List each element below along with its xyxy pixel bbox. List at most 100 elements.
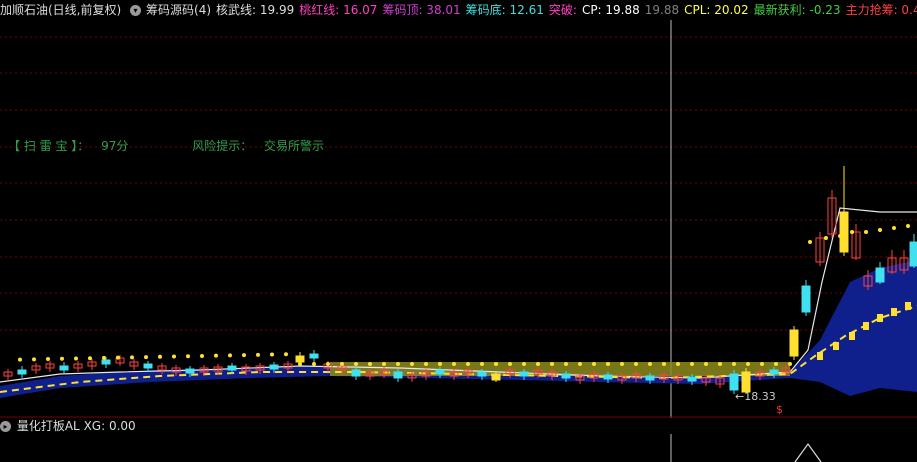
candle <box>87 359 97 370</box>
scan-label: 【 扫 雷 宝 】： <box>8 139 90 153</box>
signal-dot <box>746 362 750 366</box>
signal-dot <box>32 357 36 362</box>
xg-value: XG: 0.00 <box>83 419 136 433</box>
signal-dot <box>144 355 148 360</box>
dropdown-icon[interactable]: ▾ <box>130 5 142 16</box>
stock-title[interactable]: 加顺石油(日线,前复权) <box>0 3 121 17</box>
indicator-item: ▾ 筹码源码(4) <box>130 3 211 17</box>
signal-dot <box>424 362 428 366</box>
candle <box>59 362 69 374</box>
signal-dot <box>508 362 512 366</box>
candle <box>73 361 83 372</box>
signal-dot <box>564 362 568 366</box>
signal-dot <box>270 352 274 357</box>
signal-dot <box>116 355 120 360</box>
signal-square <box>877 314 883 322</box>
signal-dot <box>382 362 386 366</box>
candle <box>17 366 27 378</box>
signal-dot <box>536 362 540 366</box>
indicator-item: CP: 19.88 <box>581 3 640 17</box>
signal-dot <box>550 362 554 366</box>
signal-dot <box>850 230 854 234</box>
candle <box>31 363 41 374</box>
candle <box>875 262 885 284</box>
scan-value: 97分 <box>101 139 129 153</box>
candlesticks <box>3 166 917 394</box>
signal-dot <box>718 362 722 366</box>
signal-square <box>891 308 897 316</box>
signal-mark: $ <box>776 403 783 416</box>
signal-dot <box>824 236 828 240</box>
candle <box>909 234 917 268</box>
signal-dot <box>906 224 910 228</box>
signal-dot <box>662 362 666 366</box>
subchart-canvas <box>670 434 822 462</box>
indicator-item: 19.88 <box>644 3 680 17</box>
signal-dot <box>466 362 470 366</box>
signal-dot <box>878 228 882 232</box>
candle <box>3 369 13 380</box>
signal-dot <box>410 362 414 366</box>
signal-square <box>849 332 855 340</box>
indicator-item: 筹码顶: 38.01 <box>382 3 461 17</box>
indicator-item: 核武线: 19.99 <box>216 3 295 17</box>
scan-info: 【 扫 雷 宝 】： 97分 风险提示： 交易所警示 <box>8 137 332 154</box>
circle-icon[interactable]: ▸ <box>0 421 11 432</box>
subchart-title[interactable]: 量化打板AL <box>17 419 80 433</box>
signal-dot <box>340 362 344 366</box>
signal-dot <box>186 354 190 359</box>
signal-dot <box>396 362 400 366</box>
signal-dot <box>312 362 316 366</box>
signal-dot <box>298 362 302 366</box>
signal-square <box>905 302 911 310</box>
indicator-item: 桃红线: 16.07 <box>299 3 378 17</box>
signal-dot <box>368 362 372 366</box>
signal-dot <box>892 226 896 230</box>
signal-square <box>863 322 869 330</box>
signal-dot <box>18 357 22 362</box>
signal-dot <box>214 353 218 358</box>
signal-dots <box>18 224 911 366</box>
risk-value: 交易所警示 <box>264 139 325 153</box>
candle <box>129 359 139 370</box>
signal-dot <box>452 362 456 366</box>
signal-dot <box>438 362 442 366</box>
signal-dot <box>838 234 842 238</box>
indicator-item: 最新获利: -0.23 <box>753 3 841 17</box>
signal-dot <box>172 354 176 359</box>
signal-dot <box>864 230 868 234</box>
price-chart[interactable]: ←18.33 $ <box>0 20 917 418</box>
signal-dot <box>284 352 288 357</box>
indicator-values: ▾ 筹码源码(4) 核武线: 19.99 桃红线: 16.07 筹码顶: 38.01 筹码… <box>130 3 917 17</box>
signal-dot <box>102 355 106 360</box>
grid-lines <box>0 36 917 331</box>
indicator-item: 筹码底: 12.61 <box>465 3 544 17</box>
signal-dot <box>788 362 792 366</box>
indicator-item: 突破: <box>548 3 577 17</box>
signal-dot <box>158 354 162 359</box>
candle <box>801 280 811 316</box>
signal-dot <box>760 362 764 366</box>
signal-dot <box>46 357 50 362</box>
signal-dot <box>592 362 596 366</box>
signal-dot <box>60 356 64 361</box>
signal-dot <box>228 353 232 358</box>
signal-dot <box>494 362 498 366</box>
xg-triangle <box>794 442 822 462</box>
signal-dot <box>326 362 330 366</box>
signal-dot <box>74 356 78 361</box>
candle <box>45 361 55 372</box>
low-price-label: ←18.33 <box>735 390 776 403</box>
signal-dot <box>578 362 582 366</box>
signal-dot <box>732 362 736 366</box>
moving-average-line <box>0 207 917 383</box>
candle <box>309 350 319 362</box>
indicator-item: 主力抢筹: 0.48 <box>845 3 917 17</box>
signal-dot <box>690 362 694 366</box>
signal-dot <box>606 362 610 366</box>
signal-dot <box>522 362 526 366</box>
signal-dot <box>620 362 624 366</box>
candle <box>839 166 849 256</box>
indicator-header: 加顺石油(日线,前复权) ▾ 筹码源码(4) 核武线: 19.99 桃红线: 16.0… <box>0 0 917 20</box>
signal-square <box>833 342 839 350</box>
